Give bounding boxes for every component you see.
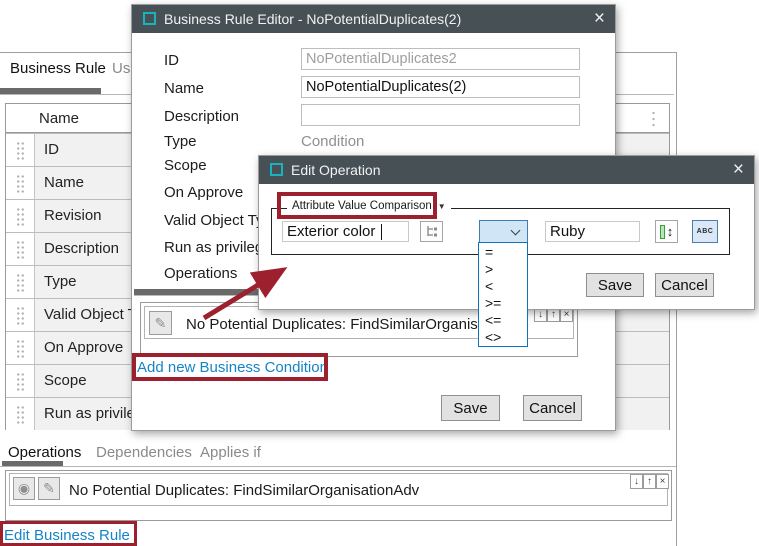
bottom-tab-strip-divider: [0, 466, 676, 467]
cancel-button[interactable]: Cancel: [523, 395, 582, 421]
close-icon: ×: [660, 476, 666, 487]
attribute-picker-button[interactable]: [420, 221, 443, 242]
abc-icon: ABC: [697, 228, 714, 235]
tab-applies-if[interactable]: Applies if: [200, 444, 261, 461]
name-field[interactable]: [301, 76, 580, 98]
row-grip-icon[interactable]: [16, 141, 25, 160]
operations-section-label[interactable]: Operations: [164, 265, 237, 282]
attribute-input[interactable]: [282, 221, 409, 242]
grid-row-label: Valid Object Ty: [44, 306, 144, 323]
eye-icon: ◉: [18, 480, 30, 497]
arrow-down-icon: ↓: [634, 476, 639, 487]
row-grip-icon[interactable]: [16, 273, 25, 292]
save-button[interactable]: Save: [586, 273, 644, 297]
row-grip-icon[interactable]: [16, 207, 25, 226]
add-business-condition-link[interactable]: Add new Business Condition: [137, 359, 328, 376]
operator-option-less[interactable]: <: [479, 277, 527, 294]
edit-condition-button[interactable]: ✎: [149, 311, 172, 335]
operation-list-row[interactable]: ◉ ✎ No Potential Duplicates: FindSimilar…: [9, 473, 668, 506]
close-icon[interactable]: ×: [594, 7, 605, 31]
grid-row-label: Description: [44, 240, 119, 257]
cancel-button[interactable]: Cancel: [655, 273, 714, 297]
row-grip-icon[interactable]: [16, 174, 25, 193]
operator-combobox[interactable]: [479, 220, 528, 243]
chevron-down-icon: [511, 226, 521, 236]
row-grip-icon[interactable]: [16, 306, 25, 325]
move-up-button[interactable]: ↑: [643, 474, 656, 489]
condition-row-label: No Potential Duplicates: FindSimilarOrga…: [186, 316, 486, 333]
operator-option-equals[interactable]: =: [479, 243, 527, 260]
operator-dropdown-list: = > < >= <= <>: [478, 242, 528, 347]
edit-operation-title: Edit Operation: [291, 162, 381, 178]
id-label: ID: [164, 52, 179, 69]
remove-row-button[interactable]: ×: [656, 474, 669, 489]
grid-header-name: Name: [39, 110, 79, 127]
edit-business-rule-link[interactable]: Edit Business Rule: [4, 527, 130, 544]
description-label: Description: [164, 108, 239, 125]
sort-order-button[interactable]: ↕: [655, 220, 678, 243]
scope-label: Scope: [164, 157, 207, 174]
valid-object-types-label: Valid Object Ty: [164, 212, 264, 229]
edit-operation-titlebar[interactable]: Edit Operation ×: [259, 156, 754, 184]
rule-editor-titlebar[interactable]: Business Rule Editor - NoPotentialDuplic…: [132, 5, 615, 33]
grid-row-label: Name: [44, 174, 84, 191]
app-icon: [270, 163, 283, 176]
edit-operation-button[interactable]: ✎: [38, 477, 60, 500]
arrow-up-icon: ↑: [551, 309, 556, 320]
close-icon: ×: [564, 309, 570, 320]
value-input[interactable]: [545, 221, 640, 242]
name-label: Name: [164, 80, 204, 97]
type-value: Condition: [301, 133, 364, 150]
row-grip-icon[interactable]: [16, 405, 25, 424]
case-sensitivity-button[interactable]: ABC: [692, 220, 718, 243]
on-approve-label: On Approve: [164, 184, 243, 201]
row-grip-icon[interactable]: [16, 240, 25, 259]
view-operation-button[interactable]: ◉: [13, 477, 35, 500]
operations-list: ◉ ✎ No Potential Duplicates: FindSimilar…: [5, 470, 672, 521]
operation-row-label: No Potential Duplicates: FindSimilarOrga…: [69, 482, 419, 499]
row-grip-icon[interactable]: [16, 339, 25, 358]
operation-type-value: Attribute Value Comparison: [292, 200, 432, 212]
row-grip-icon[interactable]: [16, 372, 25, 391]
tab-business-rule[interactable]: Business Rule: [10, 60, 106, 77]
grid-row-label: On Approve: [44, 339, 123, 356]
operator-option-greater-equal[interactable]: >=: [479, 294, 527, 311]
sort-bar-icon: [660, 225, 665, 239]
grid-row-label: Type: [44, 273, 77, 290]
text-cursor: [381, 224, 382, 240]
move-down-button[interactable]: ↓: [630, 474, 643, 489]
pencil-icon: ✎: [43, 480, 55, 497]
grid-header-options-icon[interactable]: [651, 110, 656, 127]
grid-row-label: Scope: [44, 372, 87, 389]
screen: Business Rule Usa Name ID Name Revision …: [0, 0, 759, 546]
tab-operations[interactable]: Operations: [8, 444, 81, 461]
tab-dependencies[interactable]: Dependencies: [96, 444, 192, 461]
dropdown-caret-icon: ▼: [438, 202, 446, 211]
run-as-privileged-label: Run as privilege: [164, 239, 272, 256]
operator-option-not-equal[interactable]: <>: [479, 328, 527, 345]
app-icon: [143, 12, 156, 25]
id-field[interactable]: [301, 48, 580, 70]
save-button[interactable]: Save: [441, 395, 500, 421]
tree-icon: [425, 225, 438, 238]
close-icon[interactable]: ×: [733, 158, 744, 182]
up-down-arrow-icon: ↕: [667, 224, 674, 239]
arrow-up-icon: ↑: [647, 476, 652, 487]
operation-type-dropdown[interactable]: Attribute Value Comparison ▼: [287, 200, 451, 212]
grid-row-label: Revision: [44, 207, 102, 224]
type-label: Type: [164, 133, 197, 150]
grid-row-label: ID: [44, 141, 59, 158]
arrow-down-icon: ↓: [538, 309, 543, 320]
rule-editor-title: Business Rule Editor - NoPotentialDuplic…: [164, 11, 461, 27]
operator-option-less-equal[interactable]: <=: [479, 311, 527, 328]
description-field[interactable]: [301, 104, 580, 126]
pencil-icon: ✎: [155, 315, 167, 332]
operator-option-greater[interactable]: >: [479, 260, 527, 277]
